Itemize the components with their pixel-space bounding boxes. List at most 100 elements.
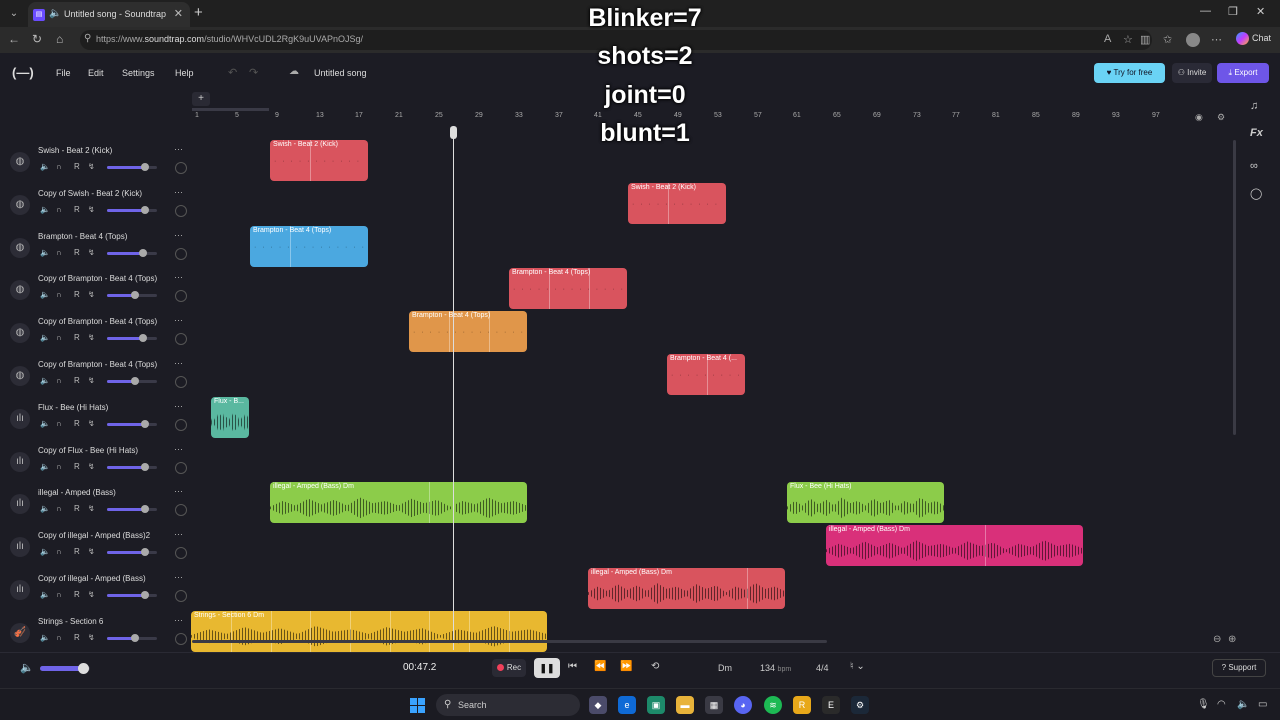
track-more-icon[interactable]: ⋯ [174,444,183,455]
mute-icon[interactable]: 🔈 [40,504,50,513]
pan-knob[interactable] [175,504,187,517]
metronome-icon[interactable]: ♮ ⌄ [850,661,865,672]
invite-button[interactable]: ⚇ Invite [1172,63,1212,83]
effects-icon[interactable]: Fx [1250,127,1263,139]
back-icon[interactable]: ← [8,32,20,46]
mute-icon[interactable]: 🔈 [40,462,50,471]
collab-icon[interactable]: ◉ [1195,112,1203,123]
track-name[interactable]: Copy of Swish - Beat 2 (Kick) [38,189,170,198]
record-arm-button[interactable]: R [74,205,80,214]
solo-headphones-icon[interactable]: ∩ [56,504,62,513]
waveform-icon[interactable]: ılı [10,494,30,515]
track-volume-knob[interactable] [130,291,139,300]
favorite-star-icon[interactable]: ☆ [1123,33,1133,46]
track-volume-slider[interactable] [107,505,157,514]
close-window-icon[interactable]: ✕ [1256,5,1265,18]
soundtrap-logo[interactable]: (—) [12,65,34,80]
track-volume-slider[interactable] [107,591,157,599]
export-button[interactable]: ⤓ Export [1217,63,1269,83]
pan-knob[interactable] [175,247,187,260]
record-arm-button[interactable]: R [74,419,80,428]
instruments-icon[interactable]: ♫ [1250,100,1258,112]
playhead-handle[interactable] [450,126,457,139]
track-name[interactable]: Copy of Brampton - Beat 4 (Tops) [38,274,170,283]
close-tab-icon[interactable]: ✕ [174,7,183,20]
track-header[interactable]: ◍ Copy of Brampton - Beat 4 (Tops) ⋯ 🔈 ∩ R ↯ [8,270,187,308]
menu-edit[interactable]: Edit [88,68,104,78]
track-volume-slider[interactable] [107,377,157,385]
windows-start-icon[interactable] [410,698,425,713]
track-name[interactable]: Copy of Brampton - Beat 4 (Tops) [38,360,170,369]
clip-region[interactable]: Swish - Beat 2 (Kick) · · · · · · · · · ·… [270,140,368,181]
track-header[interactable]: ılı Copy of illegal - Amped (Bass)2 ⋯ 🔈 ∩ R ↯ [8,527,187,565]
redo-icon[interactable]: ↷ [249,66,258,79]
track-header[interactable]: ılı Copy of illegal - Amped (Bass) ⋯ 🔈 ∩ R ↯ [8,570,187,608]
zoom-in-icon[interactable]: ⊕ [1228,634,1236,645]
track-volume-knob[interactable] [130,377,139,385]
track-volume-slider[interactable] [107,248,157,257]
new-tab-icon[interactable]: + [194,4,203,21]
mute-icon[interactable]: 🔈 [40,290,50,299]
automation-icon[interactable]: ↯ [88,547,95,556]
solo-headphones-icon[interactable]: ∩ [56,419,62,428]
battery-icon[interactable]: ▭ [1258,699,1267,710]
minimize-icon[interactable]: — [1200,5,1211,17]
menu-help[interactable]: Help [175,68,194,78]
track-more-icon[interactable]: ⋯ [174,572,183,583]
track-name[interactable]: Copy of Flux - Bee (Hi Hats) [38,446,170,455]
try-for-free-button[interactable]: ♥ Try for free [1094,63,1165,83]
audio-playing-icon[interactable]: 🔈 [49,8,61,19]
pan-knob[interactable] [175,547,187,560]
song-title[interactable]: Untitled song [314,68,367,78]
pan-knob[interactable] [175,376,187,388]
mute-icon[interactable]: 🔈 [40,419,50,428]
automation-icon[interactable]: ↯ [88,419,95,428]
copilot-chat-button[interactable]: Chat [1236,32,1271,45]
mute-icon[interactable]: 🔈 [40,333,50,342]
solo-headphones-icon[interactable]: ∩ [56,248,62,257]
key-selector[interactable]: Dm [718,663,732,673]
track-volume-knob[interactable] [140,163,149,171]
reload-icon[interactable]: ↻ [32,32,42,46]
loops-icon[interactable]: ∞ [1250,160,1258,172]
automation-icon[interactable]: ↯ [88,333,95,342]
track-volume-knob[interactable] [130,633,139,642]
taskbar-search[interactable]: ⚲ Search [436,694,580,716]
solo-headphones-icon[interactable]: ∩ [56,376,62,385]
drum-icon[interactable]: ◍ [10,152,30,172]
vertical-scrollbar[interactable] [1233,140,1236,435]
favorites-icon[interactable]: ✩ [1163,33,1172,46]
loop-range-bar[interactable] [192,108,269,111]
pan-knob[interactable] [175,590,187,602]
comments-icon[interactable]: ◯ [1250,187,1262,200]
track-volume-slider[interactable] [107,205,157,214]
support-button[interactable]: ? Support [1212,659,1266,677]
pan-knob[interactable] [175,333,187,346]
automation-icon[interactable]: ↯ [88,504,95,513]
volume-tray-icon[interactable]: 🔈 [1237,699,1249,710]
track-header[interactable]: ◍ Swish - Beat 2 (Kick) ⋯ 🔈 ∩ R ↯ [8,142,187,180]
master-volume-icon[interactable]: 🔈 [20,661,34,674]
discord-icon[interactable]: ◕ [734,696,752,714]
automation-icon[interactable]: ↯ [88,462,95,471]
mute-icon[interactable]: 🔈 [40,547,50,556]
record-arm-button[interactable]: R [74,633,80,642]
automation-icon[interactable]: ↯ [88,205,95,214]
solo-headphones-icon[interactable]: ∩ [56,547,62,556]
record-arm-button[interactable]: R [74,333,80,342]
clip-region[interactable]: Brampton - Beat 4 (Tops) · · · · · · · · … [250,225,368,267]
automation-icon[interactable]: ↯ [88,590,95,599]
mute-icon[interactable]: 🔈 [40,162,50,171]
track-header[interactable]: ◍ Copy of Brampton - Beat 4 (Tops) ⋯ 🔈 ∩ R ↯ [8,313,187,351]
spotify-icon[interactable]: ≋ [764,696,782,714]
mute-icon[interactable]: 🔈 [40,205,50,214]
solo-headphones-icon[interactable]: ∩ [56,162,62,171]
solo-headphones-icon[interactable]: ∩ [56,590,62,599]
track-more-icon[interactable]: ⋯ [174,272,183,283]
menu-file[interactable]: File [56,68,71,78]
automation-icon[interactable]: ↯ [88,633,95,642]
browser-tab[interactable]: ▤ 🔈 Untitled song - Soundtrap ✕ [28,2,190,27]
strings-icon[interactable]: 🎻 [10,622,30,643]
solo-headphones-icon[interactable]: ∩ [56,333,62,342]
track-volume-knob[interactable] [139,334,147,343]
